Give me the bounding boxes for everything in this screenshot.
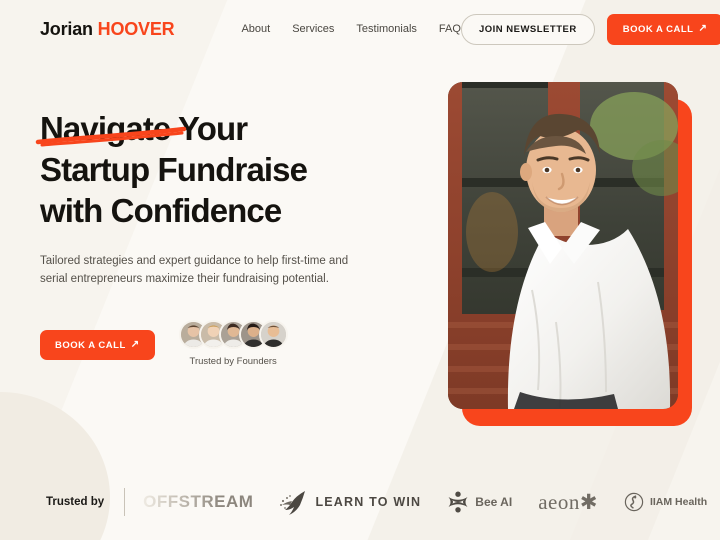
avatar (258, 320, 288, 349)
hero-subtext: Tailored strategies and expert guidance … (40, 255, 349, 285)
client-logo-bee-ai: Bee AI (447, 491, 512, 513)
trusted-by-founders-label: Trusted by Founders (189, 356, 277, 367)
client-logo-iiam-health: IIAM Health (624, 492, 707, 512)
bee-ai-wordmark: Bee AI (475, 495, 513, 509)
trusted-by-strip: Trusted by OFFSTREAM LEARN TO WIN Bee AI… (0, 464, 720, 540)
header-book-a-call-button[interactable]: BOOK A CALL ↗ (606, 13, 720, 45)
nav-item-faq[interactable]: FAQ (439, 23, 461, 35)
learn-to-win-wordmark: LEARN TO WIN (315, 495, 422, 509)
iiam-health-icon (624, 492, 644, 512)
join-newsletter-button[interactable]: JOIN NEWSLETTER (460, 13, 595, 45)
headline-line3: with Confidence (40, 192, 282, 229)
brand-logo[interactable]: Jorian HOOVER (40, 18, 175, 40)
hero-book-a-call-button[interactable]: BOOK A CALL ↗ (40, 330, 155, 360)
strikethrough-scribble-icon (35, 126, 187, 147)
brand-logo-second: HOOVER (97, 18, 175, 39)
client-logo-aeon: aeon✱ (538, 490, 598, 515)
headline-struck-word-wrap: Navigate (35, 108, 187, 149)
hero-portrait-photo (448, 82, 678, 409)
site-header: Jorian HOOVER About Services Testimonial… (0, 0, 720, 58)
aeon-wordmark: aeon✱ (538, 489, 598, 514)
client-logo-learn-to-win: LEARN TO WIN (279, 489, 421, 515)
hero-content: Navigate Your Startup Fundraise with Con… (35, 108, 400, 367)
headline-line2: Startup Fundraise (40, 151, 308, 188)
page-title: Navigate Your Startup Fundraise with Con… (35, 108, 400, 231)
hero-cta-row: BOOK A CALL ↗ Trusted by Founders (40, 320, 400, 367)
brand-logo-first: Jorian (40, 18, 93, 39)
header-actions: JOIN NEWSLETTER BOOK A CALL ↗ (460, 13, 720, 45)
strip-divider (124, 488, 126, 516)
offstream-wordmark: OFFSTREAM (143, 492, 254, 511)
nav-item-about[interactable]: About (241, 23, 270, 35)
trusted-by-label: Trusted by (46, 496, 105, 508)
arrow-up-right-icon: ↗ (698, 23, 708, 34)
client-logo-offstream: OFFSTREAM (143, 492, 253, 512)
nav-item-testimonials[interactable]: Testimonials (356, 23, 417, 35)
main-navigation: About Services Testimonials FAQ (241, 23, 460, 35)
arrow-up-right-icon: ↗ (130, 339, 140, 350)
nav-item-services[interactable]: Services (292, 23, 334, 35)
hero-book-a-call-label: BOOK A CALL (55, 339, 126, 351)
client-logo-list: OFFSTREAM LEARN TO WIN Bee AI aeon✱ IIAM… (143, 489, 720, 515)
hero-image-block (448, 82, 692, 426)
social-proof: Trusted by Founders (178, 320, 288, 367)
header-book-a-call-label: BOOK A CALL (622, 23, 694, 35)
iiam-health-wordmark: IIAM Health (649, 496, 708, 508)
bee-icon (448, 491, 468, 513)
eagle-icon (280, 491, 306, 515)
founder-avatar-group (178, 320, 288, 349)
